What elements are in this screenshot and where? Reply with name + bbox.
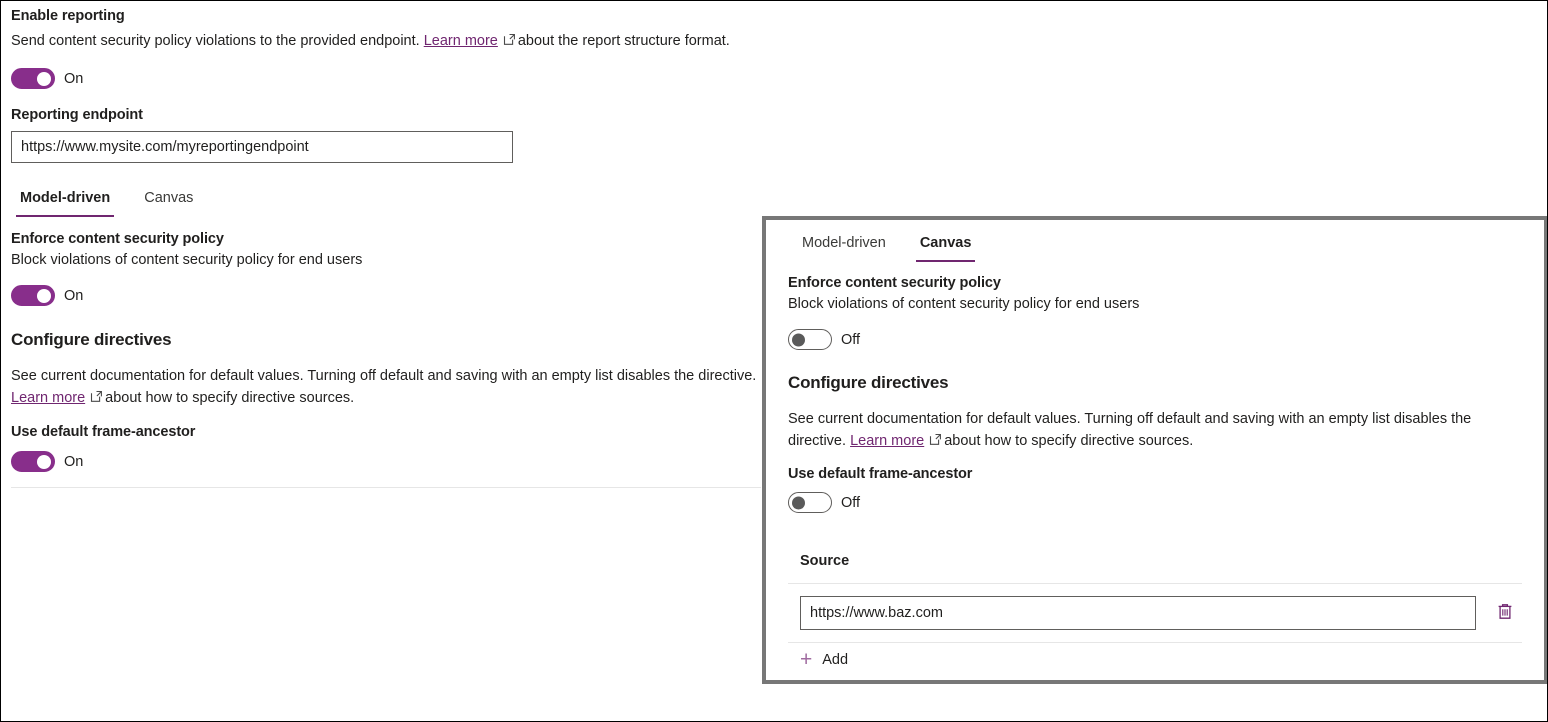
enforce-policy-label: Enforce content security policy [11, 231, 761, 247]
frame-ancestor-label: Use default frame-ancestor [11, 424, 761, 440]
canvas-tab-inset-panel: Model-driven Canvas Enforce content secu… [762, 216, 1548, 684]
enable-reporting-section: Enable reporting Send content security p… [11, 8, 761, 89]
content-security-policy-settings-panel: Enable reporting Send content security p… [1, 1, 771, 722]
enable-reporting-toggle[interactable] [11, 68, 55, 89]
enable-reporting-label: Enable reporting [11, 8, 761, 24]
toggle-knob [37, 289, 51, 303]
inset-learn-more-link-directives[interactable]: Learn more [850, 433, 924, 449]
source-column-header: Source [800, 553, 1522, 569]
frame-ancestor-toggle[interactable] [11, 451, 55, 472]
configure-directives-heading: Configure directives [11, 330, 761, 350]
enforce-policy-toggle-state: On [64, 288, 83, 304]
tab-canvas[interactable]: Canvas [140, 187, 197, 217]
inset-tab-canvas[interactable]: Canvas [916, 232, 976, 262]
trash-icon [1496, 602, 1514, 624]
inset-app-type-tabs: Model-driven Canvas [798, 232, 1522, 262]
inset-frame-ancestor-toggle-state: Off [841, 495, 860, 511]
inset-enforce-policy-section: Enforce content security policy Block vi… [788, 275, 1522, 350]
plus-icon: + [800, 649, 812, 670]
source-header-divider [788, 583, 1522, 584]
screenshot-frame: Enable reporting Send content security p… [0, 0, 1548, 722]
inset-enforce-policy-toggle-state: Off [841, 332, 860, 348]
inset-frame-ancestor-label: Use default frame-ancestor [788, 466, 1522, 482]
enable-reporting-description: Send content security policy violations … [11, 30, 761, 53]
toggle-knob [792, 333, 805, 346]
enable-reporting-description-text-1: Send content security policy violations … [11, 33, 420, 49]
frame-ancestor-toggle-state: On [64, 454, 83, 470]
enforce-policy-section: Enforce content security policy Block vi… [11, 231, 761, 306]
external-link-icon [90, 388, 103, 410]
configure-directives-section: Configure directives See current documen… [11, 330, 761, 410]
tab-model-driven-label: Model-driven [20, 190, 110, 206]
inset-tab-canvas-label: Canvas [920, 235, 972, 251]
configure-directives-description: See current documentation for default va… [11, 365, 761, 410]
section-divider [11, 487, 761, 488]
enforce-policy-toggle-row: On [11, 285, 761, 306]
reporting-endpoint-section: Reporting endpoint [11, 107, 761, 163]
inset-configure-directives-heading: Configure directives [788, 373, 1522, 393]
inset-tab-model-driven-label: Model-driven [802, 235, 886, 251]
configure-directives-text-2: about how to specify directive sources. [105, 390, 354, 406]
tab-model-driven[interactable]: Model-driven [16, 187, 114, 217]
frame-ancestor-section: Use default frame-ancestor On [11, 424, 761, 472]
inset-enforce-policy-label: Enforce content security policy [788, 275, 1522, 291]
inset-configure-directives-text-2: about how to specify directive sources. [944, 433, 1193, 449]
enforce-policy-toggle[interactable] [11, 285, 55, 306]
external-link-icon [929, 431, 942, 453]
inset-configure-directives-description: See current documentation for default va… [788, 408, 1533, 453]
external-link-icon [503, 31, 516, 53]
reporting-endpoint-label: Reporting endpoint [11, 107, 761, 123]
add-source-button[interactable]: + Add [798, 643, 1522, 676]
frame-ancestor-toggle-row: On [11, 451, 761, 472]
source-list-section: Source + Add [788, 553, 1522, 676]
table-row [800, 596, 1522, 630]
learn-more-link-reporting[interactable]: Learn more [424, 33, 498, 49]
inset-panel-content: Model-driven Canvas Enforce content secu… [766, 220, 1544, 680]
inset-frame-ancestor-toggle-row: Off [788, 492, 1522, 513]
toggle-knob [37, 72, 51, 86]
inset-frame-ancestor-toggle[interactable] [788, 492, 832, 513]
enable-reporting-description-text-2: about the report structure format. [518, 33, 730, 49]
app-type-tabs: Model-driven Canvas [16, 187, 761, 217]
inset-enforce-policy-toggle[interactable] [788, 329, 832, 350]
enforce-policy-description: Block violations of content security pol… [11, 249, 761, 271]
inset-enforce-policy-toggle-row: Off [788, 329, 1522, 350]
inset-frame-ancestor-section: Use default frame-ancestor Off [788, 466, 1522, 513]
source-value-input[interactable] [800, 596, 1476, 630]
add-source-label: Add [822, 652, 848, 668]
tab-canvas-label: Canvas [144, 190, 193, 206]
inset-configure-directives-section: Configure directives See current documen… [788, 373, 1522, 453]
toggle-knob [792, 496, 805, 509]
inset-tab-model-driven[interactable]: Model-driven [798, 232, 890, 262]
enable-reporting-toggle-row: On [11, 68, 761, 89]
learn-more-link-directives[interactable]: Learn more [11, 390, 85, 406]
delete-source-button[interactable] [1490, 598, 1520, 628]
enable-reporting-toggle-state: On [64, 71, 83, 87]
toggle-knob [37, 455, 51, 469]
configure-directives-text-1: See current documentation for default va… [11, 368, 756, 384]
reporting-endpoint-input[interactable] [11, 131, 513, 163]
inset-enforce-policy-description: Block violations of content security pol… [788, 293, 1522, 315]
